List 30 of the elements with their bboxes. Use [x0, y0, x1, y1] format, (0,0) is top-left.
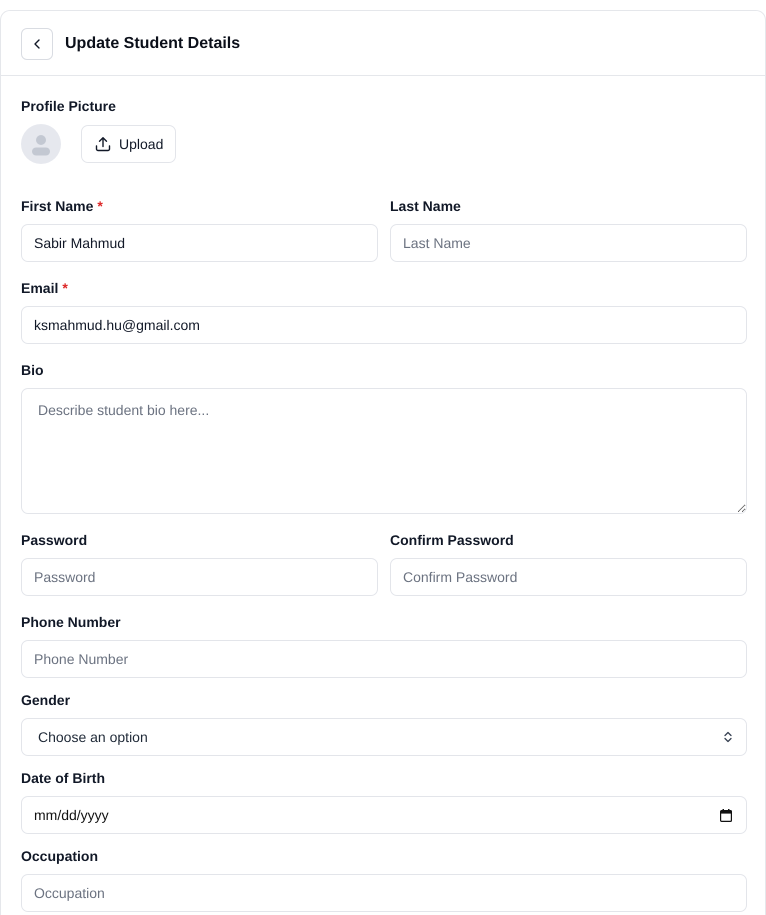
page-title: Update Student Details — [65, 34, 240, 54]
avatar-icon — [21, 124, 61, 164]
field-label: Date of Birth — [21, 769, 105, 788]
text-input[interactable]: ksmahmud.hu@gmail.com — [21, 306, 747, 344]
calendar-icon[interactable] — [720, 808, 732, 822]
upload-button[interactable]: Upload — [81, 125, 176, 163]
text-input[interactable]: Sabir Mahmud — [21, 224, 378, 262]
text-input[interactable]: Occupation — [21, 874, 747, 912]
select-dropdown[interactable]: Choose an option — [21, 718, 747, 756]
required-asterisk: * — [62, 279, 68, 298]
upload-icon — [95, 136, 111, 152]
field-label: Password — [21, 531, 88, 550]
field-label: Occupation — [21, 847, 98, 866]
field-label: Last Name — [390, 197, 461, 216]
password-input[interactable]: Password — [21, 558, 378, 596]
field-label: Phone Number — [21, 613, 121, 632]
up-down-chevron-icon — [724, 731, 732, 743]
field-label: Email — [21, 279, 58, 298]
date-field[interactable]: mm/dd/yyyy — [21, 796, 747, 834]
field-label: Gender — [21, 691, 70, 710]
required-asterisk: * — [97, 197, 103, 216]
field-label: First Name — [21, 197, 94, 216]
password-input[interactable]: Confirm Password — [390, 558, 747, 596]
field-label: Profile Picture — [21, 97, 116, 116]
textarea-field[interactable]: Describe student bio here... — [21, 388, 747, 514]
text-input[interactable]: Phone Number — [21, 640, 747, 678]
text-input[interactable]: Last Name — [390, 224, 747, 262]
field-label: Bio — [21, 361, 44, 380]
field-label: Confirm Password — [390, 531, 514, 550]
chevron-left-icon — [34, 39, 40, 49]
